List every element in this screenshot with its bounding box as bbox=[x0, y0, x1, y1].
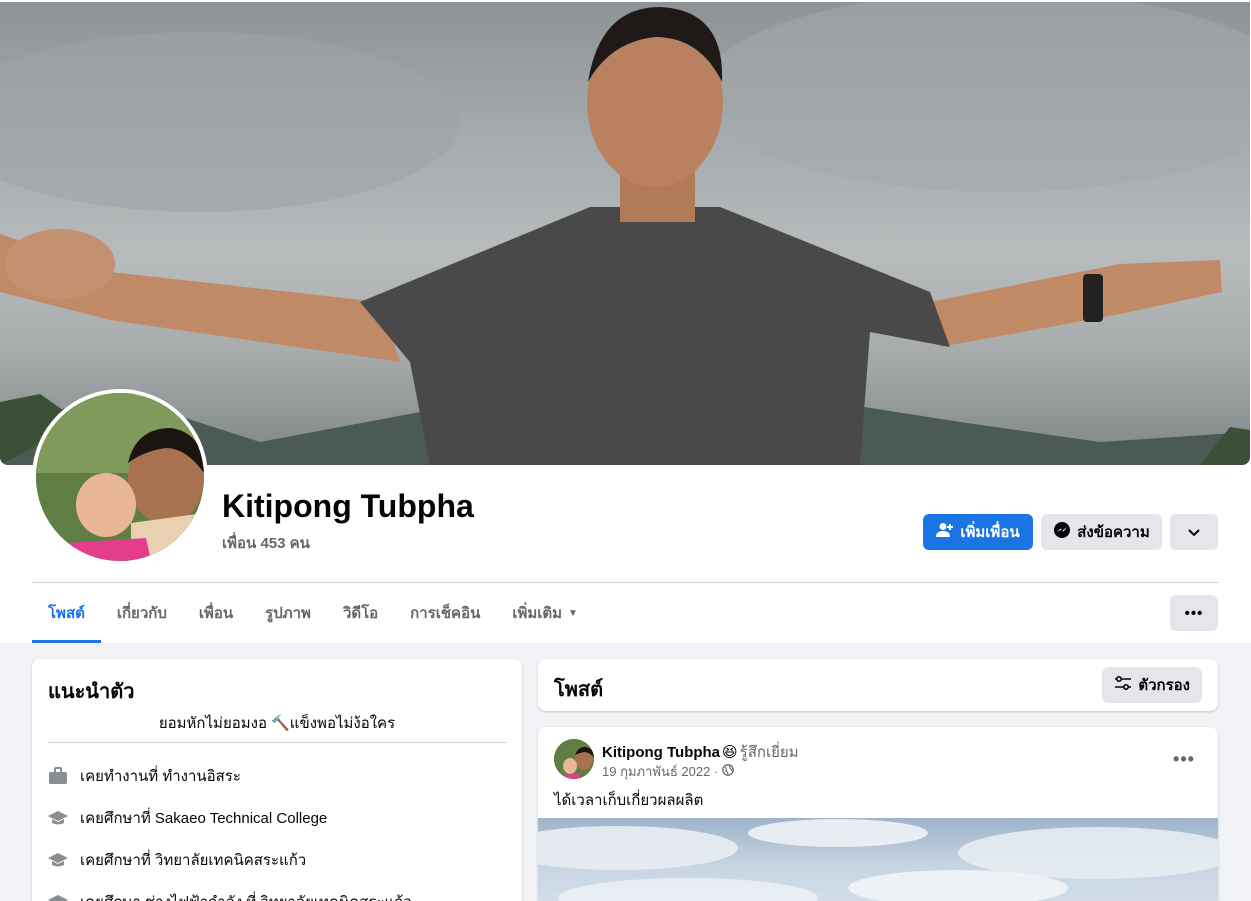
intro-card: แนะนำตัว ยอมหักไม่ยอมงอ 🔨แข็งพอไม่ง้อใคร… bbox=[32, 659, 522, 901]
tab-checkins[interactable]: การเช็คอิน bbox=[394, 583, 496, 643]
intro-bio: ยอมหักไม่ยอมงอ 🔨แข็งพอไม่ง้อใคร bbox=[158, 715, 396, 732]
post-image[interactable] bbox=[538, 818, 1218, 901]
add-friend-label: เพิ่มเพื่อน bbox=[960, 524, 1020, 541]
profile-options-button[interactable]: ••• bbox=[1170, 595, 1218, 631]
tab-videos[interactable]: วิดีโอ bbox=[327, 583, 394, 643]
friends-count[interactable]: เพื่อน 453 คน bbox=[222, 531, 310, 555]
chevron-down-icon bbox=[1188, 524, 1200, 541]
tab-friends[interactable]: เพื่อน bbox=[183, 583, 249, 643]
more-horizontal-icon: ••• bbox=[1173, 748, 1195, 769]
intro-education: เคยศึกษา ช่างไฟฟ้ากำลัง ที่ วิทยาลัยเทคน… bbox=[48, 890, 412, 901]
post-meta: 19 กุมภาพันธ์ 2022 · bbox=[602, 761, 735, 782]
more-actions-button[interactable] bbox=[1170, 514, 1218, 550]
filter-icon bbox=[1114, 675, 1132, 694]
caret-down-icon: ▼ bbox=[568, 607, 578, 619]
post-author-avatar[interactable] bbox=[554, 739, 594, 779]
avatar-photo bbox=[36, 393, 204, 561]
posts-title: โพสต์ bbox=[554, 679, 604, 701]
intro-work-text: เคยทำงานที่ ทำงานอิสระ bbox=[80, 768, 241, 785]
intro-education: เคยศึกษาที่ Sakaeo Technical College bbox=[48, 806, 327, 830]
tab-photos[interactable]: รูปภาพ bbox=[249, 583, 327, 643]
tab-more[interactable]: เพิ่มเติม ▼ bbox=[496, 583, 594, 643]
profile-tabs: โพสต์ เกี่ยวกับ เพื่อน รูปภาพ วิดีโอ การ… bbox=[32, 583, 594, 643]
tab-posts[interactable]: โพสต์ bbox=[32, 583, 101, 643]
profile-avatar[interactable] bbox=[32, 389, 208, 565]
graduation-cap-icon bbox=[48, 850, 68, 870]
post-date[interactable]: 19 กุมภาพันธ์ 2022 · bbox=[602, 761, 718, 782]
intro-education-text: เคยศึกษา ช่างไฟฟ้ากำลัง ที่ วิทยาลัยเทคน… bbox=[80, 890, 412, 901]
globe-icon bbox=[722, 764, 735, 779]
tab-about[interactable]: เกี่ยวกับ bbox=[101, 583, 183, 643]
intro-title: แนะนำตัว bbox=[48, 681, 135, 703]
more-horizontal-icon: ••• bbox=[1184, 604, 1204, 622]
profile-name: Kitipong Tubpha bbox=[222, 488, 474, 524]
message-label: ส่งข้อความ bbox=[1077, 524, 1150, 541]
feeling-emoji: 😆 bbox=[722, 744, 738, 761]
messenger-icon bbox=[1053, 521, 1071, 543]
intro-work: เคยทำงานที่ ทำงานอิสระ bbox=[48, 764, 241, 788]
intro-education-text: เคยศึกษาที่ Sakaeo Technical College bbox=[80, 810, 328, 827]
post-card: Kitipong Tubpha 😆 รู้สึกเยี่ยม 19 กุมภาพ… bbox=[538, 727, 1218, 901]
post-options-button[interactable]: ••• bbox=[1166, 741, 1202, 777]
graduation-cap-icon bbox=[48, 808, 68, 828]
intro-education-text: เคยศึกษาที่ วิทยาลัยเทคนิคสระแก้ว bbox=[80, 852, 307, 869]
intro-divider bbox=[48, 742, 506, 743]
briefcase-icon bbox=[48, 766, 68, 786]
post-text: ได้เวลาเก็บเกี่ยวผลผลิต bbox=[554, 792, 704, 809]
filter-button[interactable]: ตัวกรอง bbox=[1102, 667, 1202, 703]
post-feeling: รู้สึกเยี่ยม bbox=[739, 744, 799, 761]
filter-label: ตัวกรอง bbox=[1138, 677, 1190, 694]
tab-more-label: เพิ่มเติม bbox=[512, 605, 563, 622]
intro-education: เคยศึกษาที่ วิทยาลัยเทคนิคสระแก้ว bbox=[48, 848, 306, 872]
message-button[interactable]: ส่งข้อความ bbox=[1041, 514, 1162, 550]
add-friend-button[interactable]: เพิ่มเพื่อน bbox=[923, 514, 1033, 550]
post-author-name[interactable]: Kitipong Tubpha bbox=[602, 744, 720, 761]
graduation-cap-icon bbox=[48, 892, 68, 901]
posts-header-card: โพสต์ ตัวกรอง bbox=[538, 659, 1218, 711]
add-friend-icon bbox=[936, 522, 954, 542]
